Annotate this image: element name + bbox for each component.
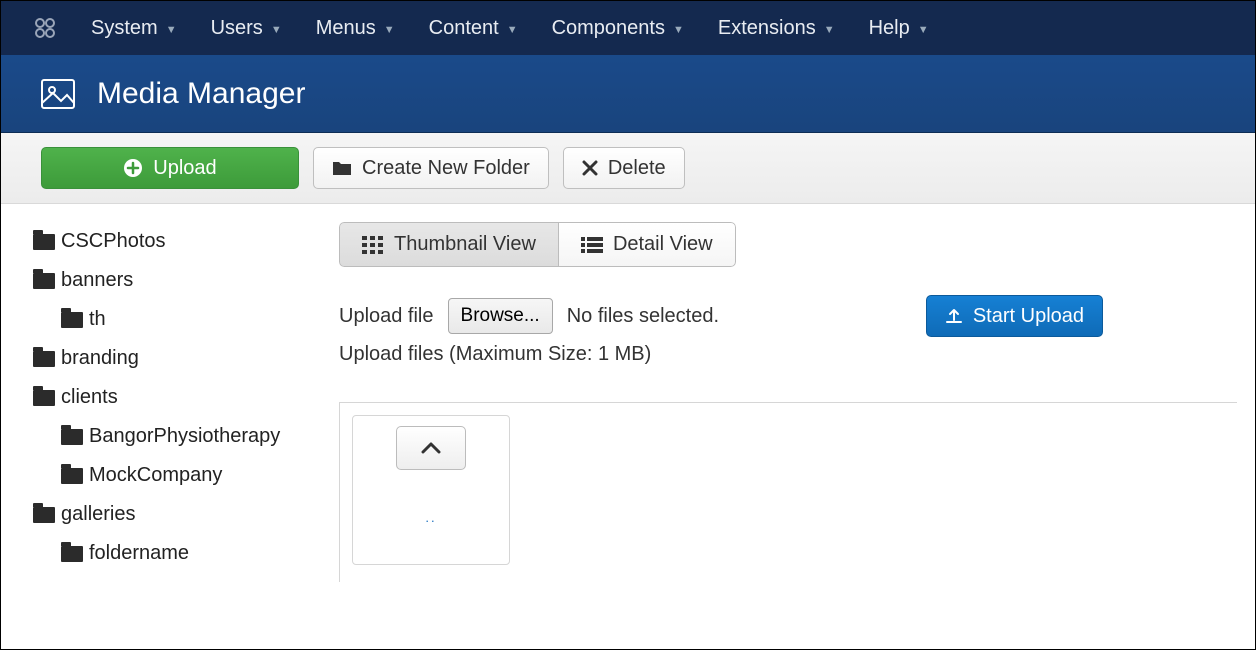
admin-top-nav: System▼ Users▼ Menus▼ Content▼ Component… (1, 1, 1255, 55)
topnav-item-menus[interactable]: Menus▼ (316, 17, 395, 40)
chevron-down-icon: ▼ (166, 24, 177, 36)
folder-tree-sidebar: CSCPhotos banners th branding clients Ba… (1, 204, 331, 592)
detail-view-tab[interactable]: Detail View (558, 222, 736, 267)
image-icon (41, 79, 75, 109)
create-folder-button[interactable]: Create New Folder (313, 147, 549, 189)
parent-directory-thumb[interactable]: .. (352, 415, 510, 565)
topnav-item-content[interactable]: Content▼ (429, 17, 518, 40)
folder-icon (33, 234, 55, 250)
x-icon (582, 160, 598, 176)
folder-icon (33, 390, 55, 406)
folder-icon (61, 546, 83, 562)
main-area: CSCPhotos banners th branding clients Ba… (1, 204, 1255, 592)
folder-icon (33, 507, 55, 523)
action-toolbar: Upload Create New Folder Delete (1, 133, 1255, 204)
list-icon (581, 236, 603, 254)
tree-item[interactable]: branding (33, 339, 321, 378)
browse-button[interactable]: Browse... (448, 298, 553, 334)
tree-item[interactable]: foldername (61, 534, 321, 573)
topnav-item-system[interactable]: System▼ (91, 17, 177, 40)
tree-item[interactable]: CSCPhotos (33, 222, 321, 261)
tree-item[interactable]: BangorPhysiotherapy (61, 417, 321, 456)
upload-icon (945, 307, 963, 325)
start-upload-button[interactable]: Start Upload (926, 295, 1103, 337)
chevron-down-icon: ▼ (507, 24, 518, 36)
topnav-item-extensions[interactable]: Extensions▼ (718, 17, 835, 40)
upload-button[interactable]: Upload (41, 147, 299, 189)
tree-item[interactable]: banners (33, 261, 321, 300)
page-title: Media Manager (97, 77, 305, 111)
chevron-down-icon: ▼ (918, 24, 929, 36)
file-browser-pane: .. (339, 402, 1237, 582)
topnav-item-help[interactable]: Help▼ (869, 17, 929, 40)
folder-icon (33, 273, 55, 289)
topnav-item-users[interactable]: Users▼ (211, 17, 282, 40)
topnav-item-components[interactable]: Components▼ (552, 17, 684, 40)
chevron-down-icon: ▼ (824, 24, 835, 36)
chevron-down-icon: ▼ (384, 24, 395, 36)
folder-icon (61, 429, 83, 445)
tree-item[interactable]: galleries (33, 495, 321, 534)
delete-button[interactable]: Delete (563, 147, 685, 189)
folder-icon (332, 160, 352, 176)
folder-icon (61, 468, 83, 484)
joomla-logo-icon (33, 16, 57, 40)
chevron-up-icon (421, 442, 441, 454)
folder-icon (33, 351, 55, 367)
upload-size-hint: Upload files (Maximum Size: 1 MB) (339, 343, 1237, 366)
go-up-button[interactable] (396, 426, 466, 470)
file-selected-status: No files selected. (567, 305, 719, 328)
tree-item[interactable]: clients (33, 378, 321, 417)
tree-item[interactable]: th (61, 300, 321, 339)
upload-row: Upload file Browse... No files selected.… (339, 295, 1237, 337)
chevron-down-icon: ▼ (271, 24, 282, 36)
thumbnail-view-tab[interactable]: Thumbnail View (339, 222, 558, 267)
tree-item[interactable]: MockCompany (61, 456, 321, 495)
folder-icon (61, 312, 83, 328)
view-toggle: Thumbnail View Detail View (339, 222, 736, 267)
chevron-down-icon: ▼ (673, 24, 684, 36)
parent-dir-label: .. (425, 510, 436, 525)
upload-file-label: Upload file (339, 305, 434, 328)
plus-circle-icon (123, 158, 143, 178)
content-area: Thumbnail View Detail View Upload file B… (331, 204, 1255, 592)
module-header: Media Manager (1, 55, 1255, 133)
grid-icon (362, 236, 384, 254)
